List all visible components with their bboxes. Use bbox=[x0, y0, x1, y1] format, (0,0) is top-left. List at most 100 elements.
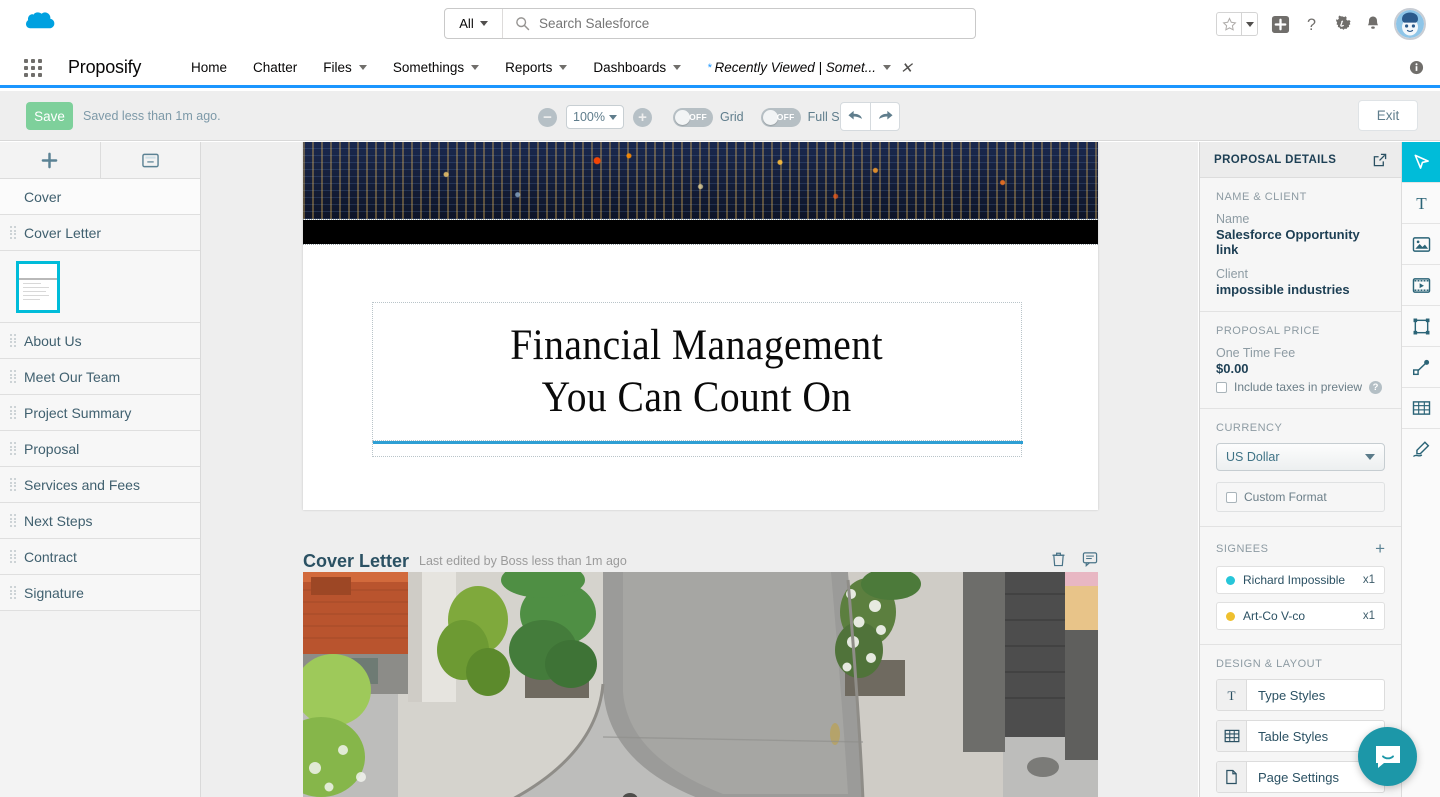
table-tool[interactable] bbox=[1402, 388, 1440, 429]
line-tool[interactable] bbox=[1402, 347, 1440, 388]
zoom-out-button[interactable]: − bbox=[538, 107, 557, 127]
grid-toggle[interactable]: OFF bbox=[672, 107, 713, 127]
client-value[interactable]: impossible industries bbox=[1216, 282, 1385, 297]
sidebar-item-next-steps[interactable]: Next Steps bbox=[0, 503, 200, 539]
comment-icon[interactable] bbox=[1082, 551, 1098, 572]
drag-handle-icon[interactable] bbox=[10, 514, 16, 527]
drag-handle-icon[interactable] bbox=[10, 406, 16, 419]
undo-button[interactable] bbox=[841, 103, 870, 130]
hero-title-textbox[interactable]: Financial Management You Can Count On bbox=[372, 302, 1022, 441]
nav-item-label: Somethings bbox=[392, 60, 465, 75]
nav-item-label: Reports bbox=[505, 60, 553, 75]
custom-format-row[interactable]: Custom Format bbox=[1216, 482, 1385, 512]
salesforce-cloud-logo-icon[interactable] bbox=[18, 9, 58, 37]
chevron-down-icon[interactable] bbox=[883, 65, 892, 70]
page-label: Services and Fees bbox=[24, 476, 140, 493]
sidebar-item-contract[interactable]: Contract bbox=[0, 539, 200, 575]
drag-handle-icon[interactable] bbox=[10, 370, 16, 383]
nav-tab-recently-viewed[interactable]: * Recently Viewed | Somet... ✕ bbox=[694, 47, 927, 88]
global-search-bar[interactable]: All bbox=[444, 8, 976, 39]
sidebar-item-signature[interactable]: Signature bbox=[0, 575, 200, 611]
drag-handle-icon[interactable] bbox=[10, 334, 16, 347]
help-icon[interactable]: ? bbox=[1303, 15, 1320, 34]
drag-handle-icon[interactable] bbox=[10, 478, 16, 491]
page-label: Project Summary bbox=[24, 404, 132, 421]
redo-button[interactable] bbox=[870, 103, 899, 130]
toggle-knob bbox=[674, 109, 690, 125]
external-link-icon[interactable] bbox=[1373, 153, 1387, 167]
global-create-icon[interactable] bbox=[1271, 15, 1290, 34]
custom-format-checkbox[interactable] bbox=[1226, 491, 1237, 503]
app-launcher-icon[interactable] bbox=[24, 59, 46, 77]
include-taxes-checkbox[interactable] bbox=[1216, 381, 1227, 393]
nav-item-home[interactable]: Home bbox=[178, 47, 240, 88]
library-box-icon[interactable] bbox=[99, 142, 200, 178]
drag-handle-icon[interactable] bbox=[10, 442, 16, 455]
drag-handle-icon[interactable] bbox=[10, 586, 16, 599]
currency-select[interactable]: US Dollar bbox=[1216, 443, 1385, 471]
sidebar-item-cover-letter[interactable]: Cover Letter bbox=[0, 215, 200, 251]
hero-title-line-2: You Can Count On bbox=[541, 373, 852, 421]
section-label: DESIGN & LAYOUT bbox=[1216, 658, 1323, 670]
add-signee-button[interactable]: + bbox=[1375, 540, 1385, 557]
sidebar-item-cover[interactable]: Cover bbox=[0, 179, 200, 215]
unsaved-marker: * bbox=[707, 61, 712, 74]
signee-row[interactable]: Richard Impossible x1 bbox=[1216, 566, 1385, 594]
drag-handle-icon[interactable] bbox=[10, 226, 16, 239]
nav-item-reports[interactable]: Reports bbox=[492, 47, 580, 88]
trash-icon[interactable] bbox=[1051, 551, 1066, 572]
nav-item-somethings[interactable]: Somethings bbox=[380, 47, 492, 88]
save-button[interactable]: Save bbox=[26, 102, 73, 130]
cursor-tool[interactable] bbox=[1402, 142, 1440, 183]
document-canvas[interactable]: Financial Management You Can Count On Co… bbox=[201, 142, 1198, 797]
image-tool[interactable] bbox=[1402, 224, 1440, 265]
favorites-button[interactable] bbox=[1216, 12, 1258, 36]
avatar[interactable] bbox=[1394, 8, 1426, 40]
signee-color-dot bbox=[1226, 611, 1235, 621]
drag-handle-icon[interactable] bbox=[10, 550, 16, 563]
aerial-street-view-photo[interactable] bbox=[303, 572, 1098, 797]
text-tool[interactable]: T bbox=[1402, 183, 1440, 224]
star-outline-icon bbox=[1217, 13, 1241, 35]
gear-icon[interactable] bbox=[1333, 14, 1352, 34]
search-scope-selector[interactable]: All bbox=[445, 9, 503, 38]
section-label: SIGNEES bbox=[1216, 542, 1269, 555]
fullscreen-toggle[interactable]: OFF bbox=[760, 107, 801, 127]
sidebar-item-proposal[interactable]: Proposal bbox=[0, 431, 200, 467]
page-thumbnail[interactable] bbox=[16, 260, 60, 313]
exit-button[interactable]: Exit bbox=[1358, 100, 1418, 131]
sidebar-item-meet-our-team[interactable]: Meet Our Team bbox=[0, 359, 200, 395]
question-circle-icon[interactable]: ? bbox=[1369, 380, 1383, 394]
add-page-button[interactable] bbox=[0, 142, 100, 178]
signee-row[interactable]: Art-Co V-co x1 bbox=[1216, 602, 1385, 630]
hero-divider-line[interactable] bbox=[373, 441, 1023, 444]
search-input[interactable] bbox=[530, 16, 975, 31]
sidebar-item-about-us[interactable]: About Us bbox=[0, 323, 200, 359]
info-icon[interactable] bbox=[1409, 60, 1424, 80]
night-cityscape-photo[interactable] bbox=[303, 142, 1098, 219]
nav-item-chatter[interactable]: Chatter bbox=[240, 47, 310, 88]
sidebar-item-project-summary[interactable]: Project Summary bbox=[0, 395, 200, 431]
app-name[interactable]: Proposify bbox=[68, 57, 141, 78]
nav-item-dashboards[interactable]: Dashboards bbox=[580, 47, 694, 88]
client-label: Client bbox=[1216, 267, 1248, 281]
video-tool[interactable] bbox=[1402, 265, 1440, 306]
signature-tool[interactable] bbox=[1402, 429, 1440, 470]
chevron-down-icon[interactable] bbox=[1241, 13, 1257, 35]
chevron-down-icon bbox=[673, 65, 682, 70]
type-styles-button[interactable]: T Type Styles bbox=[1216, 679, 1385, 711]
zoom-level-select[interactable]: 100% bbox=[566, 105, 624, 129]
nav-item-files[interactable]: Files bbox=[310, 47, 380, 88]
sidebar-item-services-and-fees[interactable]: Services and Fees bbox=[0, 467, 200, 503]
shape-tool[interactable] bbox=[1402, 306, 1440, 347]
signee-qty: x1 bbox=[1362, 610, 1375, 622]
black-band-block[interactable] bbox=[303, 220, 1098, 244]
close-icon[interactable]: ✕ bbox=[898, 59, 915, 77]
zoom-in-button[interactable]: + bbox=[632, 107, 652, 127]
cover-page-sheet[interactable]: Financial Management You Can Count On bbox=[303, 142, 1098, 510]
bell-icon[interactable] bbox=[1365, 15, 1381, 33]
name-value[interactable]: Salesforce Opportunity link bbox=[1216, 227, 1385, 257]
hero-rule-box[interactable] bbox=[372, 441, 1023, 457]
name-label: Name bbox=[1216, 212, 1250, 226]
intercom-chat-button[interactable] bbox=[1358, 727, 1417, 786]
